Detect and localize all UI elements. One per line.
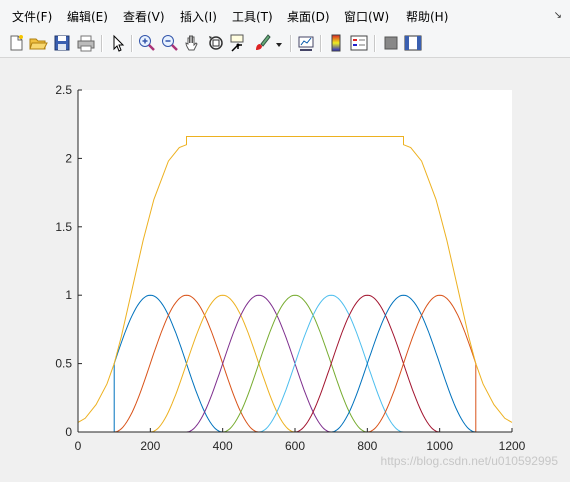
x-tick-label: 1200 [499,439,526,453]
colorbar-icon[interactable] [326,33,346,53]
legend-icon[interactable] [349,33,369,53]
open-file-icon[interactable] [28,33,48,53]
toolbar-separator [290,35,292,52]
menu-desktop[interactable]: 桌面(D) [287,8,330,25]
axes-background [78,90,512,432]
new-figure-icon[interactable] [6,33,26,53]
x-tick-label: 600 [285,439,305,453]
menu-edit[interactable]: 编辑(E) [67,8,108,25]
show-plot-tools-icon[interactable] [403,33,423,53]
x-tick-label: 400 [213,439,233,453]
menu-tools[interactable]: 工具(T) [232,8,273,25]
menu-file[interactable]: 文件(F) [12,8,52,25]
y-tick-label: 0.5 [55,357,72,371]
hide-plot-tools-icon[interactable] [381,33,401,53]
brush-icon[interactable] [253,33,273,53]
menu-view[interactable]: 查看(V) [123,8,165,25]
zoom-in-icon[interactable] [137,33,157,53]
x-tick-label: 1000 [426,439,453,453]
brush-dropdown-icon[interactable] [273,33,285,53]
toolbar-separator [374,35,376,52]
menu-window[interactable]: 窗口(W) [344,8,389,25]
plot-chart[interactable]: 0 200 400 600 800 1000 1200 0 0.5 1 1.5 2 2.5 [0,58,570,482]
y-tick-label: 1 [65,288,72,302]
link-plot-icon[interactable] [296,33,316,53]
x-tick-label: 800 [357,439,377,453]
toolbar [0,30,570,58]
data-cursor-icon[interactable] [228,33,248,53]
x-tick-label: 200 [140,439,160,453]
toolbar-separator [131,35,133,52]
pan-hand-icon[interactable] [183,33,203,53]
zoom-out-icon[interactable] [160,33,180,53]
y-tick-label: 2.5 [55,83,72,97]
save-icon[interactable] [52,33,72,53]
y-tick-label: 1.5 [55,220,72,234]
x-tick-label: 0 [75,439,82,453]
watermark: https://blog.csdn.net/u010592995 [380,454,558,468]
toolbar-separator [101,35,103,52]
menu-insert[interactable]: 插入(I) [180,8,217,25]
menu-bar: 文件(F) 编辑(E) 查看(V) 插入(I) 工具(T) 桌面(D) 窗口(W… [0,0,570,30]
y-tick-label: 0 [65,425,72,439]
menu-help[interactable]: 帮助(H) [406,8,448,25]
rotate-3d-icon[interactable] [206,33,226,53]
y-tick-label: 2 [65,151,72,165]
print-icon[interactable] [76,33,96,53]
pointer-arrow-icon[interactable] [108,33,128,53]
toolbar-separator [320,35,322,52]
dock-arrow-icon[interactable]: ↘ [554,10,562,21]
